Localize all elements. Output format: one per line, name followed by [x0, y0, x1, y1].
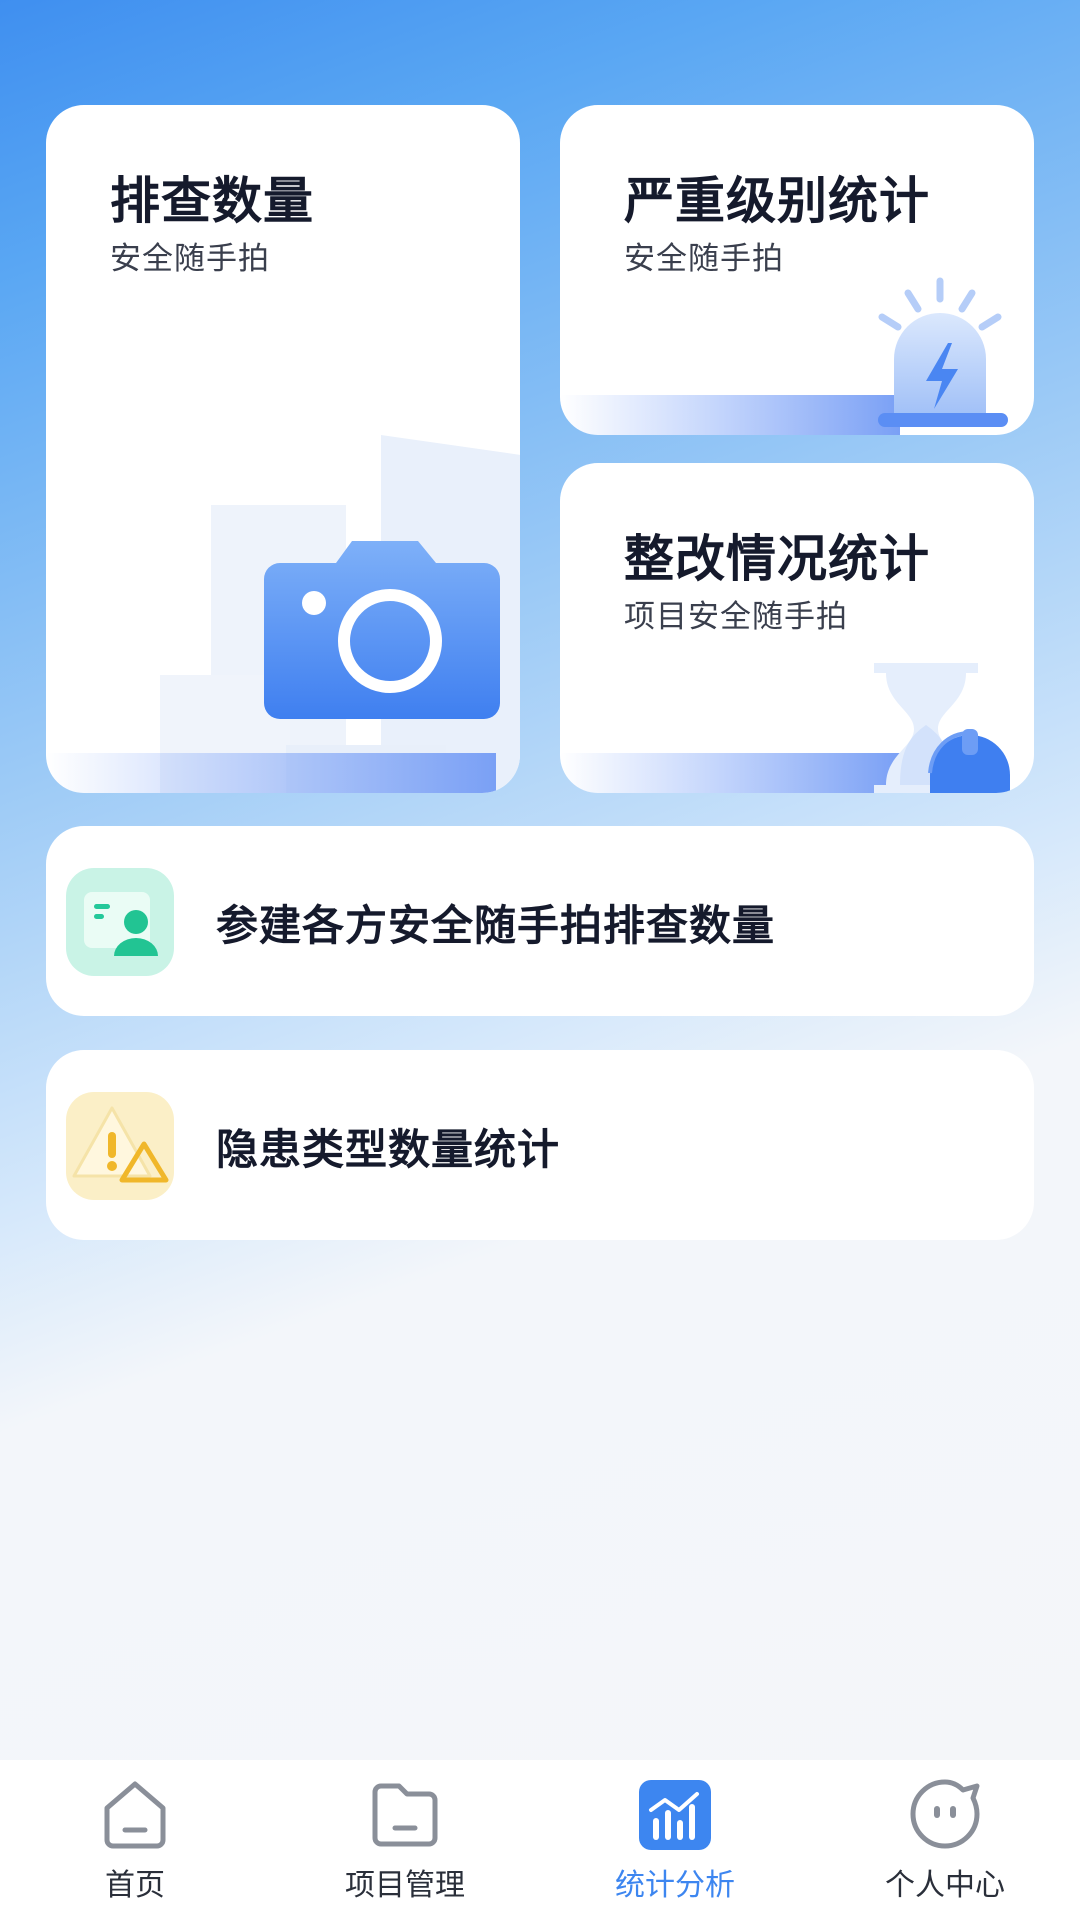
bottom-tab-bar: 首页 项目管理 统计分析 个人中心	[0, 1760, 1080, 1920]
card-title: 严重级别统计	[624, 172, 930, 230]
row-label: 参建各方安全随手拍排查数量	[216, 901, 776, 950]
tab-statistics[interactable]: 统计分析	[540, 1760, 810, 1920]
inspection-count-card[interactable]: 排查数量 安全随手拍	[46, 105, 520, 793]
decor-bar	[46, 753, 496, 793]
card-subtitle: 项目安全随手拍	[624, 599, 848, 635]
card-title: 排查数量	[110, 172, 314, 230]
tab-profile[interactable]: 个人中心	[810, 1760, 1080, 1920]
hazard-types-row[interactable]: 隐患类型数量统计	[46, 1050, 1034, 1240]
tab-project-management[interactable]: 项目管理	[270, 1760, 540, 1920]
home-icon	[104, 1781, 166, 1849]
decor-bar	[560, 395, 900, 435]
row-label: 隐患类型数量统计	[216, 1125, 561, 1174]
card-title: 整改情况统计	[624, 530, 930, 588]
tab-label: 个人中心	[885, 1868, 1005, 1903]
warning-icon	[66, 1092, 174, 1200]
severity-stats-card[interactable]: 严重级别统计 安全随手拍	[560, 105, 1034, 435]
card-subtitle: 安全随手拍	[110, 241, 270, 277]
person-card-icon	[66, 868, 174, 976]
profile-icon	[910, 1779, 980, 1849]
parties-inspection-row[interactable]: 参建各方安全随手拍排查数量	[46, 826, 1034, 1016]
card-subtitle: 安全随手拍	[624, 241, 784, 277]
tab-label: 首页	[105, 1868, 165, 1903]
decor-bar	[560, 753, 900, 793]
tab-home[interactable]: 首页	[0, 1760, 270, 1920]
tab-label: 统计分析	[615, 1868, 735, 1903]
tab-label: 项目管理	[345, 1868, 465, 1903]
stats-icon	[639, 1780, 711, 1850]
rectification-stats-card[interactable]: 整改情况统计 项目安全随手拍	[560, 463, 1034, 793]
alarm-light-icon	[878, 277, 1008, 427]
folder-icon	[372, 1783, 438, 1847]
hourglass-helmet-icon	[874, 663, 1010, 793]
camera-icon	[264, 541, 500, 719]
